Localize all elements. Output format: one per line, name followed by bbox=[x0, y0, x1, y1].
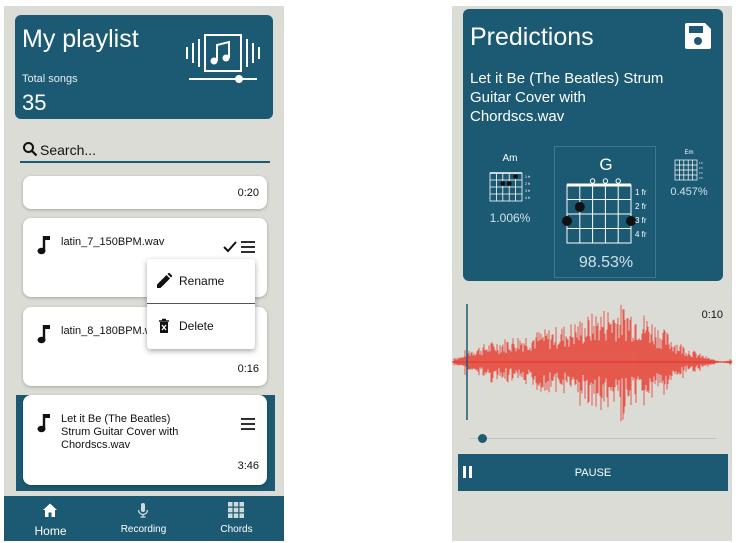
chord-diagram-g: G 1 fr 2 fr 3 fr 4 fr 98.53% bbox=[554, 146, 656, 278]
nav-chords[interactable]: Chords bbox=[190, 496, 283, 541]
fret-label: 1 fr bbox=[525, 175, 531, 179]
predictions-screen: Predictions Let it Be (The Beatles) Stru… bbox=[452, 6, 732, 541]
check-icon bbox=[223, 241, 237, 253]
search-icon bbox=[23, 142, 38, 157]
chord-grid: 1 fr 2 fr 3 fr 4 fr bbox=[562, 178, 647, 244]
chord-probability: 1.006% bbox=[489, 211, 531, 225]
trash-icon bbox=[159, 318, 169, 333]
chord-grid: 1 fr 2 fr 3 fr 4 fr bbox=[674, 159, 703, 181]
menu-icon[interactable] bbox=[241, 418, 255, 430]
music-note-icon bbox=[37, 236, 50, 255]
home-icon bbox=[43, 503, 57, 517]
fret-label: 4 fr bbox=[635, 230, 647, 239]
fret-label: 3 fr bbox=[699, 171, 703, 175]
grid-icon bbox=[228, 502, 244, 518]
chord-name: Am bbox=[502, 153, 518, 164]
song-duration: 0:20 bbox=[237, 187, 259, 199]
pause-label: PAUSE bbox=[574, 467, 612, 479]
chord-name: Em bbox=[684, 150, 694, 156]
playback-time: 0:10 bbox=[701, 309, 723, 321]
fret-label: 1 fr bbox=[699, 161, 703, 165]
total-songs-label: Total songs bbox=[22, 73, 78, 85]
nav-recording-label: Recording bbox=[120, 524, 167, 535]
menu-icon[interactable] bbox=[241, 241, 255, 253]
playlist-screen: My playlist Total songs 35 Search... 0:2… bbox=[4, 6, 284, 541]
predictions-card: Predictions Let it Be (The Beatles) Stru… bbox=[463, 9, 723, 281]
pause-button[interactable]: PAUSE bbox=[458, 454, 728, 491]
fret-label: 3 fr bbox=[635, 216, 647, 225]
song-duration: 0:16 bbox=[237, 363, 259, 375]
fret-label: 1 fr bbox=[635, 188, 647, 197]
nav-home-label: Home bbox=[34, 524, 67, 538]
chord-probability: 98.53% bbox=[578, 254, 634, 271]
search-input[interactable]: Search... bbox=[40, 142, 96, 158]
song-title: Let it Be (The Beatles) Strum Guitar Cov… bbox=[61, 413, 179, 451]
song-context-menu: Rename Delete bbox=[147, 259, 255, 349]
predicted-song-title: Let it Be (The Beatles) Strum Guitar Cov… bbox=[470, 70, 664, 125]
music-library-icon bbox=[186, 34, 260, 83]
song-card-selected[interactable]: Let it Be (The Beatles) Strum Guitar Cov… bbox=[23, 395, 267, 485]
search-bar[interactable]: Search... bbox=[20, 139, 270, 163]
fret-label: 2 fr bbox=[525, 182, 531, 186]
total-songs-count: 35 bbox=[22, 90, 47, 115]
chord-diagram-em: Em 1 fr 2 fr 3 fr 4 fr 0.457% bbox=[669, 150, 709, 210]
rename-label: Rename bbox=[179, 274, 225, 288]
chord-grid: 1 fr 2 fr 3 fr 4 fr bbox=[489, 172, 531, 202]
audio-waveform[interactable] bbox=[452, 302, 732, 432]
fret-label: 4 fr bbox=[525, 196, 531, 200]
pencil-icon bbox=[157, 273, 172, 288]
playlist-header-card: My playlist Total songs 35 bbox=[15, 15, 273, 119]
chord-probability: 0.457% bbox=[670, 186, 708, 198]
song-duration: 3:46 bbox=[237, 460, 259, 472]
playlist-title: My playlist bbox=[22, 25, 139, 53]
playback-slider-track[interactable] bbox=[470, 438, 716, 439]
rename-menu-item[interactable]: Rename bbox=[147, 259, 255, 303]
music-note-icon bbox=[37, 325, 50, 344]
fret-label: 2 fr bbox=[699, 166, 703, 170]
save-icon[interactable] bbox=[683, 21, 713, 51]
chord-name: G bbox=[599, 155, 613, 174]
nav-home[interactable]: Home bbox=[4, 496, 97, 541]
song-card[interactable]: 0:20 bbox=[23, 176, 267, 209]
music-note-icon bbox=[37, 414, 50, 433]
song-title: latin_7_150BPM.wav bbox=[61, 236, 165, 248]
fret-label: 3 fr bbox=[525, 189, 531, 193]
delete-label: Delete bbox=[179, 319, 214, 333]
nav-recording[interactable]: Recording bbox=[97, 496, 190, 541]
playback-slider-thumb[interactable] bbox=[478, 434, 487, 443]
delete-menu-item[interactable]: Delete bbox=[147, 304, 255, 348]
chord-diagram-am: Am 1 fr 2 fr 3 fr 4 fr 1.006% bbox=[485, 153, 535, 233]
nav-chords-label: Chords bbox=[220, 524, 253, 535]
fret-label: 2 fr bbox=[635, 202, 647, 211]
microphone-icon bbox=[137, 503, 149, 518]
fret-label: 4 fr bbox=[699, 176, 703, 180]
bottom-navigation: Home Recording Chords bbox=[4, 496, 284, 541]
predictions-title: Predictions bbox=[470, 23, 594, 51]
